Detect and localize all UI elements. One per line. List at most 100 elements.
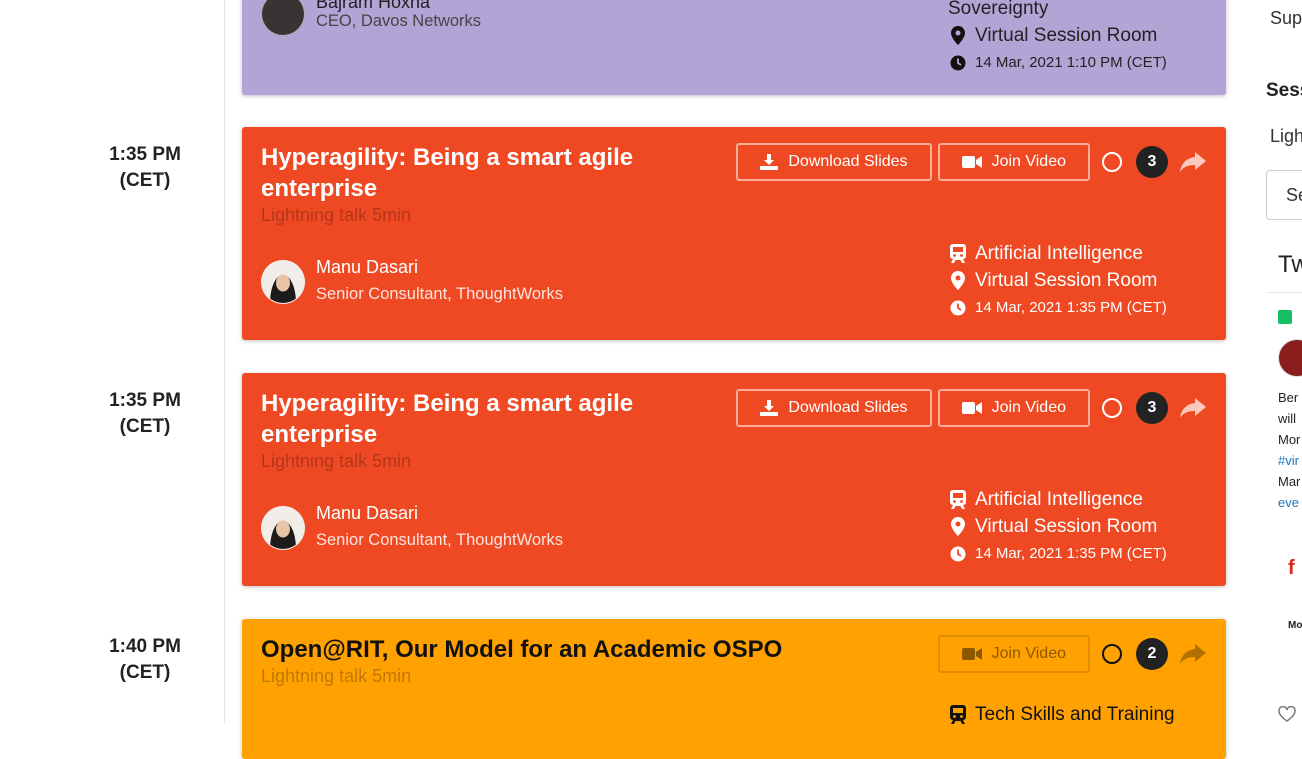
- clock-icon: [948, 544, 967, 563]
- session-title[interactable]: Hyperagility: Being a smart agile enterp…: [261, 388, 701, 450]
- speaker-avatar: [261, 0, 305, 36]
- share-icon[interactable]: [1180, 644, 1206, 664]
- download-icon: [760, 154, 779, 170]
- session-card-1[interactable]: Hyperagility: Being a smart agile enterp…: [242, 127, 1226, 340]
- heart-icon[interactable]: [1278, 705, 1296, 723]
- track-row: Artificial Intelligence: [948, 486, 1167, 513]
- video-camera-icon: [961, 155, 982, 169]
- map-pin-icon: [948, 26, 967, 45]
- datetime-label: 14 Mar, 2021 1:10 PM (CET): [975, 54, 1167, 71]
- speaker-avatar: [261, 506, 305, 550]
- track-label: Sovereignty: [948, 0, 1049, 19]
- time-slot: 1:40 PM (CET): [60, 634, 230, 686]
- tweet-hashtag-link[interactable]: #vir: [1278, 450, 1300, 471]
- time-label: 1:40 PM: [109, 636, 181, 657]
- datetime-row: 14 Mar, 2021 1:35 PM (CET): [948, 540, 1167, 567]
- join-video-button[interactable]: Join Video: [937, 389, 1090, 427]
- sidebar-sup-text: Sup: [1270, 8, 1302, 28]
- speaker-role: CEO, Davos Networks: [316, 12, 482, 30]
- attendee-count-badge: 2: [1136, 638, 1168, 670]
- session-title[interactable]: Open@RIT, Our Model for an Academic OSPO: [261, 634, 961, 665]
- session-card-3[interactable]: Open@RIT, Our Model for an Academic OSPO…: [242, 619, 1226, 759]
- track-label: Artificial Intelligence: [975, 488, 1143, 510]
- train-icon: [948, 705, 967, 724]
- attend-toggle[interactable]: [1102, 152, 1122, 172]
- room-label: Virtual Session Room: [975, 269, 1158, 291]
- download-slides-label: Download Slides: [788, 399, 908, 416]
- join-video-label: Join Video: [991, 645, 1066, 662]
- clock-icon: [948, 298, 967, 317]
- sidebar-lightning-text: Ligh: [1270, 126, 1302, 146]
- sidebar-select[interactable]: Se: [1266, 170, 1302, 220]
- attend-toggle[interactable]: [1102, 644, 1122, 664]
- share-icon[interactable]: [1180, 152, 1206, 172]
- time-label: 1:35 PM: [109, 144, 181, 165]
- sidebar-rule: [1266, 292, 1302, 293]
- clock-icon: [948, 53, 967, 72]
- datetime-label: 14 Mar, 2021 1:35 PM (CET): [975, 545, 1167, 562]
- join-video-button[interactable]: Join Video: [937, 635, 1090, 673]
- time-label: 1:35 PM: [109, 390, 181, 411]
- right-sidebar: Sup Sess Ligh Se Tw Ber will Mor #vir Ma…: [1266, 0, 1302, 723]
- download-icon: [760, 400, 779, 416]
- speaker-name[interactable]: Manu Dasari: [316, 257, 418, 278]
- timezone-label: (CET): [119, 416, 171, 437]
- session-meta: Artificial Intelligence Virtual Session …: [948, 240, 1167, 321]
- join-video-button[interactable]: Join Video: [937, 143, 1090, 181]
- join-video-label: Join Video: [991, 399, 1066, 416]
- room-row: Virtual Session Room: [948, 267, 1167, 294]
- tweet-line: Mar: [1278, 474, 1301, 489]
- download-slides-label: Download Slides: [788, 153, 908, 170]
- session-meta: Artificial Intelligence Virtual Session …: [948, 486, 1167, 567]
- room-label: Virtual Session Room: [975, 24, 1158, 46]
- time-slot: 1:35 PM (CET): [60, 142, 230, 194]
- download-slides-button[interactable]: Download Slides: [736, 389, 932, 427]
- tweet-image-text: Mo: [1288, 620, 1302, 631]
- speaker-role: Senior Consultant, ThoughtWorks: [316, 531, 564, 549]
- datetime-row: 14 Mar, 2021 1:35 PM (CET): [948, 294, 1167, 321]
- sidebar-select-value: Se: [1286, 185, 1302, 205]
- session-actions: Join Video 2: [937, 635, 1206, 673]
- session-type: Lightning talk 5min: [261, 205, 412, 225]
- attend-toggle[interactable]: [1102, 398, 1122, 418]
- retweet-icon: [1278, 310, 1292, 324]
- session-meta: Sovereignty Virtual Session Room 14 Mar,…: [948, 0, 1167, 76]
- session-meta: Tech Skills and Training: [948, 701, 1175, 728]
- share-icon[interactable]: [1180, 398, 1206, 418]
- sidebar-sessions-heading: Sess: [1266, 80, 1302, 101]
- map-pin-icon: [948, 271, 967, 290]
- track-label: Tech Skills and Training: [975, 703, 1175, 725]
- speaker-role: Senior Consultant, ThoughtWorks: [316, 285, 564, 303]
- tweet-link[interactable]: eve: [1278, 492, 1300, 513]
- track-row: Sovereignty: [948, 0, 1167, 22]
- room-row: Virtual Session Room: [948, 22, 1167, 49]
- tweet-text: Ber will Mor #vir Mar eve: [1278, 387, 1300, 513]
- datetime-label: 14 Mar, 2021 1:35 PM (CET): [975, 299, 1167, 316]
- session-card-2[interactable]: Hyperagility: Being a smart agile enterp…: [242, 373, 1226, 586]
- room-label: Virtual Session Room: [975, 515, 1158, 537]
- attendee-count-badge: 3: [1136, 392, 1168, 424]
- session-actions: Download Slides Join Video 3: [736, 143, 1206, 181]
- time-slot: 1:35 PM (CET): [60, 388, 230, 440]
- session-actions: Download Slides Join Video 3: [736, 389, 1206, 427]
- room-row: Virtual Session Room: [948, 513, 1167, 540]
- session-type: Lightning talk 5min: [261, 666, 412, 686]
- datetime-row: 14 Mar, 2021 1:10 PM (CET): [948, 49, 1167, 76]
- sidebar-twitter-heading: Tw: [1278, 251, 1302, 278]
- tweet-avatar: [1278, 339, 1302, 377]
- session-type: Lightning talk 5min: [261, 451, 412, 471]
- track-label: Artificial Intelligence: [975, 242, 1143, 264]
- join-video-label: Join Video: [991, 153, 1066, 170]
- attendee-count-badge: 3: [1136, 146, 1168, 178]
- track-row: Artificial Intelligence: [948, 240, 1167, 267]
- train-icon: [948, 244, 967, 263]
- tweet-line: Ber: [1278, 390, 1299, 405]
- session-card-0[interactable]: Bajram Hoxha CEO, Davos Networks Soverei…: [242, 0, 1226, 95]
- session-title[interactable]: Hyperagility: Being a smart agile enterp…: [261, 142, 701, 204]
- tweet-image-logo: f: [1288, 557, 1295, 579]
- tweet-line: will: [1278, 411, 1297, 426]
- speaker-name[interactable]: Manu Dasari: [316, 503, 418, 524]
- video-camera-icon: [961, 647, 982, 661]
- download-slides-button[interactable]: Download Slides: [736, 143, 932, 181]
- speaker-avatar: [261, 260, 305, 304]
